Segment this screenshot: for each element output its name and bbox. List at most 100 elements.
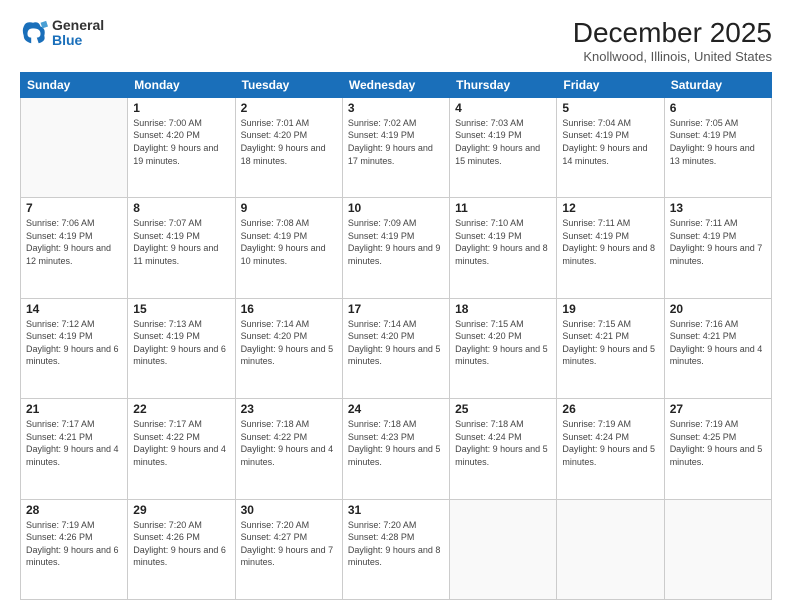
logo: General Blue [20, 18, 104, 49]
calendar-cell: 29 Sunrise: 7:20 AM Sunset: 4:26 PM Dayli… [128, 499, 235, 599]
day-number: 27 [670, 402, 766, 416]
day-number: 3 [348, 101, 444, 115]
day-info: Sunrise: 7:15 AM Sunset: 4:21 PM Dayligh… [562, 318, 658, 368]
calendar-cell: 3 Sunrise: 7:02 AM Sunset: 4:19 PM Daylig… [342, 97, 449, 197]
calendar-cell: 15 Sunrise: 7:13 AM Sunset: 4:19 PM Dayli… [128, 298, 235, 398]
calendar-cell: 30Sunrise: 7:20 AM Sunset: 4:27 PM Dayli… [235, 499, 342, 599]
day-info: Sunrise: 7:12 AM Sunset: 4:19 PM Dayligh… [26, 318, 122, 368]
day-info: Sunrise: 7:17 AM Sunset: 4:22 PM Dayligh… [133, 418, 229, 468]
logo-blue-label: Blue [52, 33, 104, 48]
weekday-header-thursday: Thursday [450, 72, 557, 97]
day-number: 24 [348, 402, 444, 416]
calendar-cell: 5 Sunrise: 7:04 AM Sunset: 4:19 PM Daylig… [557, 97, 664, 197]
day-info: Sunrise: 7:04 AM Sunset: 4:19 PM Dayligh… [562, 117, 658, 167]
title-area: December 2025 Knollwood, Illinois, Unite… [573, 18, 772, 64]
day-number: 11 [455, 201, 551, 215]
subtitle: Knollwood, Illinois, United States [573, 49, 772, 64]
calendar-table: SundayMondayTuesdayWednesdayThursdayFrid… [20, 72, 772, 600]
calendar-cell [557, 499, 664, 599]
day-number: 6 [670, 101, 766, 115]
calendar-cell: 26 Sunrise: 7:19 AM Sunset: 4:24 PM Dayli… [557, 399, 664, 499]
calendar-cell [450, 499, 557, 599]
calendar-cell [21, 97, 128, 197]
day-number: 5 [562, 101, 658, 115]
calendar-cell: 17 Sunrise: 7:14 AM Sunset: 4:20 PM Dayli… [342, 298, 449, 398]
day-number: 13 [670, 201, 766, 215]
day-number: 22 [133, 402, 229, 416]
logo-text: General Blue [52, 18, 104, 49]
day-info: Sunrise: 7:06 AM Sunset: 4:19 PM Dayligh… [26, 217, 122, 267]
weekday-header-sunday: Sunday [21, 72, 128, 97]
calendar-cell: 11 Sunrise: 7:10 AM Sunset: 4:19 PM Dayli… [450, 198, 557, 298]
day-info: Sunrise: 7:18 AM Sunset: 4:22 PM Dayligh… [241, 418, 337, 468]
calendar-cell: 22 Sunrise: 7:17 AM Sunset: 4:22 PM Dayli… [128, 399, 235, 499]
day-number: 10 [348, 201, 444, 215]
calendar-cell: 27Sunrise: 7:19 AM Sunset: 4:25 PM Dayli… [664, 399, 771, 499]
day-info: Sunrise: 7:13 AM Sunset: 4:19 PM Dayligh… [133, 318, 229, 368]
day-number: 19 [562, 302, 658, 316]
day-info: Sunrise: 7:19 AM Sunset: 4:24 PM Dayligh… [562, 418, 658, 468]
calendar-cell: 14Sunrise: 7:12 AM Sunset: 4:19 PM Dayli… [21, 298, 128, 398]
weekday-header-tuesday: Tuesday [235, 72, 342, 97]
calendar-cell: 18Sunrise: 7:15 AM Sunset: 4:20 PM Dayli… [450, 298, 557, 398]
day-number: 26 [562, 402, 658, 416]
calendar-body: 1 Sunrise: 7:00 AM Sunset: 4:20 PM Daylig… [21, 97, 772, 599]
day-number: 29 [133, 503, 229, 517]
calendar-cell: 20 Sunrise: 7:16 AM Sunset: 4:21 PM Dayli… [664, 298, 771, 398]
calendar-cell: 19 Sunrise: 7:15 AM Sunset: 4:21 PM Dayli… [557, 298, 664, 398]
day-number: 15 [133, 302, 229, 316]
day-info: Sunrise: 7:19 AM Sunset: 4:26 PM Dayligh… [26, 519, 122, 569]
calendar-cell [664, 499, 771, 599]
day-number: 16 [241, 302, 337, 316]
day-number: 28 [26, 503, 122, 517]
calendar-cell: 9Sunrise: 7:08 AM Sunset: 4:19 PM Daylig… [235, 198, 342, 298]
day-info: Sunrise: 7:20 AM Sunset: 4:27 PM Dayligh… [241, 519, 337, 569]
calendar-cell: 10Sunrise: 7:09 AM Sunset: 4:19 PM Dayli… [342, 198, 449, 298]
day-number: 20 [670, 302, 766, 316]
calendar-cell: 8 Sunrise: 7:07 AM Sunset: 4:19 PM Daylig… [128, 198, 235, 298]
day-info: Sunrise: 7:00 AM Sunset: 4:20 PM Dayligh… [133, 117, 229, 167]
calendar-cell: 23 Sunrise: 7:18 AM Sunset: 4:22 PM Dayli… [235, 399, 342, 499]
calendar-cell: 21Sunrise: 7:17 AM Sunset: 4:21 PM Dayli… [21, 399, 128, 499]
calendar-cell: 2Sunrise: 7:01 AM Sunset: 4:20 PM Daylig… [235, 97, 342, 197]
day-info: Sunrise: 7:20 AM Sunset: 4:28 PM Dayligh… [348, 519, 444, 569]
calendar-cell: 16 Sunrise: 7:14 AM Sunset: 4:20 PM Dayli… [235, 298, 342, 398]
calendar-cell: 31 Sunrise: 7:20 AM Sunset: 4:28 PM Dayli… [342, 499, 449, 599]
calendar-cell: 24Sunrise: 7:18 AM Sunset: 4:23 PM Dayli… [342, 399, 449, 499]
day-number: 12 [562, 201, 658, 215]
day-info: Sunrise: 7:07 AM Sunset: 4:19 PM Dayligh… [133, 217, 229, 267]
day-info: Sunrise: 7:16 AM Sunset: 4:21 PM Dayligh… [670, 318, 766, 368]
day-info: Sunrise: 7:11 AM Sunset: 4:19 PM Dayligh… [562, 217, 658, 267]
calendar-cell: 28 Sunrise: 7:19 AM Sunset: 4:26 PM Dayli… [21, 499, 128, 599]
day-info: Sunrise: 7:11 AM Sunset: 4:19 PM Dayligh… [670, 217, 766, 267]
weekday-header-friday: Friday [557, 72, 664, 97]
day-info: Sunrise: 7:03 AM Sunset: 4:19 PM Dayligh… [455, 117, 551, 167]
day-info: Sunrise: 7:08 AM Sunset: 4:19 PM Dayligh… [241, 217, 337, 267]
day-number: 31 [348, 503, 444, 517]
day-number: 8 [133, 201, 229, 215]
day-number: 4 [455, 101, 551, 115]
day-info: Sunrise: 7:10 AM Sunset: 4:19 PM Dayligh… [455, 217, 551, 267]
weekday-header-monday: Monday [128, 72, 235, 97]
calendar-week-row: 7Sunrise: 7:06 AM Sunset: 4:19 PM Daylig… [21, 198, 772, 298]
weekday-header-wednesday: Wednesday [342, 72, 449, 97]
calendar-cell: 7Sunrise: 7:06 AM Sunset: 4:19 PM Daylig… [21, 198, 128, 298]
day-number: 17 [348, 302, 444, 316]
calendar-cell: 25Sunrise: 7:18 AM Sunset: 4:24 PM Dayli… [450, 399, 557, 499]
day-info: Sunrise: 7:20 AM Sunset: 4:26 PM Dayligh… [133, 519, 229, 569]
day-info: Sunrise: 7:05 AM Sunset: 4:19 PM Dayligh… [670, 117, 766, 167]
day-info: Sunrise: 7:14 AM Sunset: 4:20 PM Dayligh… [348, 318, 444, 368]
calendar-week-row: 28 Sunrise: 7:19 AM Sunset: 4:26 PM Dayli… [21, 499, 772, 599]
day-number: 1 [133, 101, 229, 115]
calendar-cell: 1 Sunrise: 7:00 AM Sunset: 4:20 PM Daylig… [128, 97, 235, 197]
day-info: Sunrise: 7:01 AM Sunset: 4:20 PM Dayligh… [241, 117, 337, 167]
day-info: Sunrise: 7:02 AM Sunset: 4:19 PM Dayligh… [348, 117, 444, 167]
day-number: 18 [455, 302, 551, 316]
calendar-week-row: 21Sunrise: 7:17 AM Sunset: 4:21 PM Dayli… [21, 399, 772, 499]
calendar-week-row: 1 Sunrise: 7:00 AM Sunset: 4:20 PM Daylig… [21, 97, 772, 197]
page: General Blue December 2025 Knollwood, Il… [0, 0, 792, 612]
day-info: Sunrise: 7:14 AM Sunset: 4:20 PM Dayligh… [241, 318, 337, 368]
day-number: 23 [241, 402, 337, 416]
calendar-cell: 13 Sunrise: 7:11 AM Sunset: 4:19 PM Dayli… [664, 198, 771, 298]
calendar-cell: 4 Sunrise: 7:03 AM Sunset: 4:19 PM Daylig… [450, 97, 557, 197]
